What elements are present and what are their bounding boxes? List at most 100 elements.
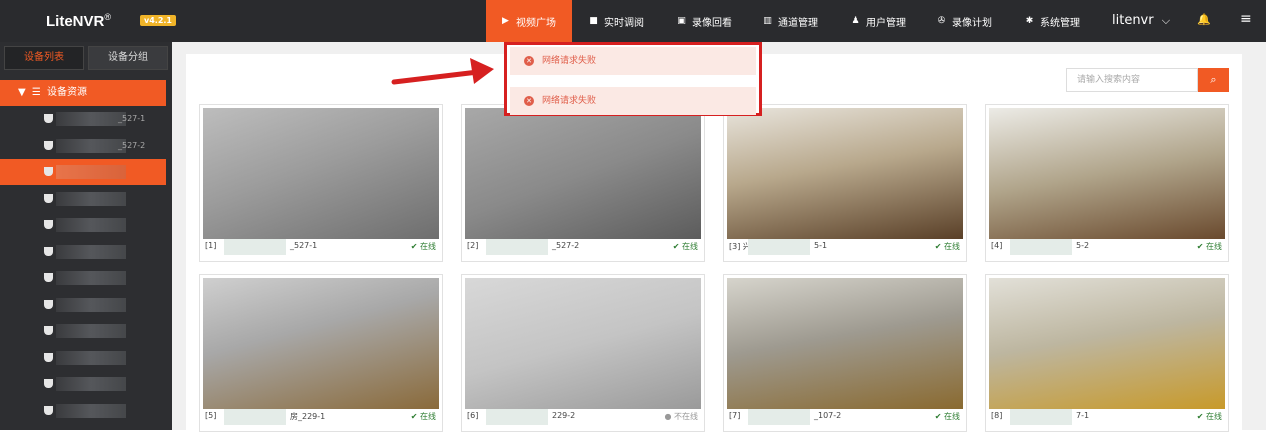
camera-snapshot[interactable] (203, 108, 439, 239)
sidebar-device-item[interactable] (0, 159, 166, 185)
search-input[interactable]: 请输入搜索内容 (1066, 68, 1198, 92)
camera-icon (44, 273, 53, 282)
camera-icon (44, 167, 53, 176)
camera-name-suffix: _527-1 (290, 241, 318, 250)
check-circle-icon: ✔ (410, 242, 420, 251)
camera-icon (44, 114, 53, 123)
blurred-device-name (56, 218, 126, 232)
camera-snapshot[interactable] (727, 278, 963, 409)
camera-label: [2] (467, 241, 479, 250)
device-name-suffix: _527-2 (118, 140, 146, 150)
camera-icon (44, 140, 53, 150)
sidebar-device-item[interactable] (0, 292, 166, 318)
tab-device-list[interactable]: 设备列表 (4, 46, 84, 70)
camera-card[interactable]: [7] _107-2 ✔ 在线 (723, 274, 967, 432)
sidebar-device-item[interactable] (0, 212, 166, 238)
device-name-suffix: _527-1 (118, 114, 146, 123)
camera-snapshot[interactable] (727, 108, 963, 239)
camera-name-suffix: _527-2 (552, 241, 580, 250)
camera-name-suffix: 7-1 (1076, 411, 1090, 420)
nav-channel-manage[interactable]: ▥ 通道管理 (762, 0, 818, 42)
blurred-device-name (56, 377, 126, 391)
status-badge: ✔ 在线 (1196, 412, 1222, 421)
blurred-camera-name (486, 409, 548, 425)
check-circle-icon: ✔ (672, 242, 682, 251)
blurred-camera-name (486, 239, 548, 255)
camera-icon (44, 246, 53, 256)
error-icon: ✕ (524, 96, 534, 106)
app-logo[interactable]: LiteNVR® (46, 12, 111, 30)
camera-icon (44, 405, 53, 415)
check-circle-icon: ✔ (1196, 412, 1206, 421)
camera-card[interactable]: [8] 7-1 ✔ 在线 (985, 274, 1229, 432)
camera-snapshot[interactable] (989, 108, 1225, 239)
camera-label: [7] (729, 411, 741, 420)
nav-video-square[interactable]: ▶ 视频广场 (486, 0, 572, 42)
camera-snapshot[interactable] (465, 108, 701, 239)
camera-card[interactable]: [2] _527-2 ✔ 在线 (461, 104, 705, 262)
camera-icon (44, 352, 53, 362)
blurred-camera-name (224, 409, 286, 425)
camera-name-suffix: 房_229-1 (290, 412, 326, 421)
sidebar-device-item[interactable] (0, 239, 166, 265)
columns-icon: ▥ (763, 15, 772, 26)
nav-playback[interactable]: ▣ 录像回看 (676, 0, 732, 42)
playback-icon: ▣ (677, 15, 686, 26)
user-menu[interactable]: litenvr ⌵ (1112, 13, 1170, 28)
check-circle-icon: ✔ (1196, 242, 1206, 251)
camera-name-suffix: 5-2 (1076, 241, 1090, 250)
username: litenvr (1112, 13, 1154, 28)
nav-user-manage[interactable]: ♟ 用户管理 (850, 0, 906, 42)
camera-snapshot[interactable] (203, 278, 439, 409)
search-button[interactable]: ⌕ (1198, 68, 1229, 92)
camera-card[interactable]: [5] 房_229-1 ✔ 在线 (199, 274, 443, 432)
sidebar-device-item[interactable] (0, 345, 166, 371)
camera-card[interactable]: [3] 兴 5-1 ✔ 在线 (723, 104, 967, 262)
top-navbar: LiteNVR® v4.2.1 ▶ 视频广场 ■ 实时调阅 ▣ 录像回看 ▥ 通道管理 … (0, 0, 1266, 42)
sidebar-device-item[interactable] (0, 318, 166, 344)
camera-name-suffix: 5-1 (814, 241, 828, 250)
error-icon: ✕ (524, 56, 534, 66)
sidebar: 设备列表 设备分组 ▼ ☰ 设备资源 _527-1 _527-2 (0, 42, 172, 430)
sidebar-device-item[interactable] (0, 265, 166, 291)
error-dropdown: ✕ 网络请求失败 ✕ 网络请求失败 (504, 42, 762, 116)
hamburger-menu-icon[interactable]: ≡ (1240, 11, 1252, 27)
camera-label: [5] (205, 411, 217, 420)
camera-snapshot[interactable] (989, 278, 1225, 409)
version-badge: v4.2.1 (140, 15, 176, 26)
camera-card[interactable]: [4] 5-2 ✔ 在线 (985, 104, 1229, 262)
check-circle-icon: ✔ (410, 412, 420, 421)
camera-icon (44, 299, 53, 309)
sidebar-device-item[interactable] (0, 186, 166, 212)
camera-card[interactable]: [6] 229-2 ● 不在线 (461, 274, 705, 432)
sidebar-device-item[interactable] (0, 371, 166, 397)
error-message-2: ✕ 网络请求失败 (510, 87, 756, 115)
play-circle-icon: ▶ (502, 15, 509, 26)
camera-card[interactable]: [1] _527-1 ✔ 在线 (199, 104, 443, 262)
blurred-device-name (56, 191, 126, 206)
video-camera-icon: ■ (589, 15, 598, 26)
red-arrow-annotation (391, 58, 494, 85)
error-message-1: ✕ 网络请求失败 (510, 47, 756, 75)
status-badge: ✔ 在线 (934, 412, 960, 421)
nav-live-view[interactable]: ■ 实时调阅 (588, 0, 644, 42)
check-circle-icon: ✔ (934, 242, 944, 251)
sidebar-device-item[interactable]: _527-2 (0, 133, 166, 159)
sidebar-device-item[interactable] (0, 398, 166, 424)
blurred-camera-name (748, 239, 810, 255)
nav-record-plan[interactable]: ✇ 录像计划 (936, 0, 992, 42)
bell-icon[interactable]: 🔔 (1197, 13, 1211, 26)
nav-system-manage[interactable]: ✱ 系统管理 (1024, 0, 1080, 42)
tab-device-group[interactable]: 设备分组 (88, 46, 168, 70)
tree-root-device-resources[interactable]: ▼ ☰ 设备资源 (0, 80, 166, 106)
sidebar-device-item[interactable]: _527-1 (0, 106, 166, 132)
caret-down-icon: ▼ (18, 87, 26, 98)
blurred-camera-name (1010, 239, 1072, 255)
status-badge: ✔ 在线 (672, 242, 698, 251)
camera-snapshot[interactable] (465, 278, 701, 409)
blurred-camera-name (224, 239, 286, 255)
blurred-device-name (56, 112, 126, 126)
camera-label: [1] (205, 241, 217, 250)
film-reel-icon: ✇ (937, 15, 946, 26)
camera-label: [8] (991, 411, 1003, 420)
